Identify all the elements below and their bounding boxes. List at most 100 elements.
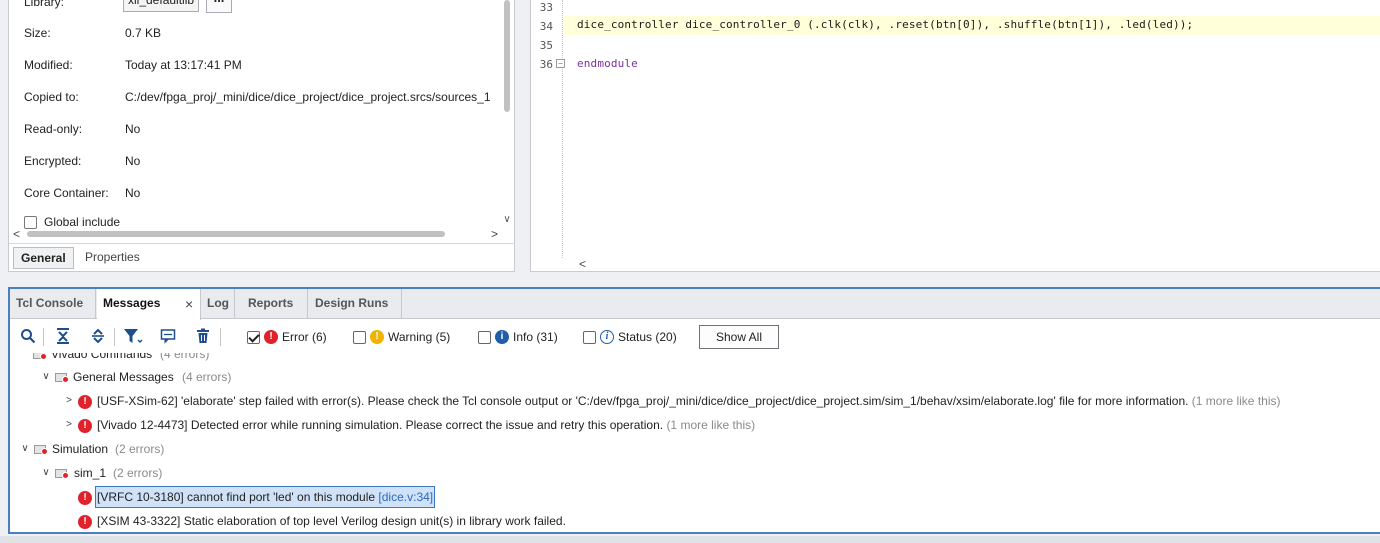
collapse-arrow-icon[interactable]: ∨ [19, 439, 31, 459]
search-icon[interactable] [18, 325, 38, 347]
close-icon[interactable]: × [185, 290, 193, 318]
properties-tab-bar: General Properties [9, 243, 514, 271]
code-editor[interactable]: 33 34 35 36 − dice_controller dice_contr… [530, 0, 1380, 272]
warning-icon: ! [370, 330, 384, 344]
delete-icon[interactable] [193, 325, 213, 347]
tree-group-sim-1[interactable]: ∨ sim_1 (2 errors) [10, 463, 210, 483]
code-line-34[interactable]: dice_controller dice_controller_0 (.clk(… [577, 18, 1193, 31]
message-row[interactable]: > ! [USF-XSim-62] 'elaborate' step faile… [10, 391, 1370, 411]
status-strip [0, 536, 1380, 543]
code-line-36[interactable]: endmodule [577, 57, 638, 70]
collapse-arrow-icon[interactable]: ∨ [40, 463, 52, 483]
message-row-selected[interactable]: ! [VRFC 10-3180] cannot find port 'led' … [10, 486, 510, 508]
line-number: 36 [539, 58, 553, 71]
error-icon: ! [78, 419, 92, 433]
copied-to-label: Copied to: [24, 90, 79, 104]
line-number: 34 [539, 20, 553, 33]
message-text: [Vivado 12-4473] Detected error while ru… [97, 418, 756, 432]
tab-messages-label: Messages [103, 296, 161, 310]
scroll-down-icon[interactable]: ∨ [502, 214, 512, 225]
group-label: sim_1 [74, 466, 107, 480]
line-number: 35 [539, 39, 553, 52]
read-only-label: Read-only: [24, 122, 83, 136]
messages-panel: Tcl Console Messages × Log Reports Desig… [8, 287, 1380, 534]
folder-error-icon [55, 372, 69, 383]
tab-messages[interactable]: Messages × [97, 289, 201, 320]
collapse-all-icon[interactable] [53, 325, 73, 347]
collapse-arrow-icon[interactable]: ∨ [40, 367, 52, 387]
filter-icon[interactable] [123, 325, 143, 347]
tab-log[interactable]: Log [201, 289, 235, 319]
error-icon: ! [78, 491, 92, 505]
messages-toolbar: ! Error (6) ! Warning (5) i Info (31) i … [10, 320, 1380, 353]
messages-tree: Vivado Commands (4 errors) ∨ General Mes… [10, 353, 1380, 532]
info-filter[interactable]: i Info (31) [478, 329, 558, 345]
group-label: General Messages [73, 370, 174, 384]
tab-design-runs[interactable]: Design Runs [309, 289, 402, 319]
tab-properties[interactable]: Properties [78, 247, 147, 269]
scroll-left-icon[interactable]: < [13, 227, 20, 241]
scroll-thumb[interactable] [504, 0, 510, 112]
line-number: 33 [539, 1, 553, 14]
status-icon: i [600, 330, 614, 344]
global-include-label: Global include [44, 215, 121, 229]
status-filter-label: Status (20) [618, 330, 677, 344]
encrypted-label: Encrypted: [24, 154, 82, 168]
scroll-right-icon[interactable]: > [491, 227, 498, 241]
group-count: (4 errors) [182, 370, 232, 384]
source-link[interactable]: [dice.v:34] [378, 490, 433, 504]
folder-error-icon [34, 444, 48, 455]
comment-icon[interactable] [158, 325, 178, 347]
warning-filter[interactable]: ! Warning (5) [353, 329, 450, 345]
error-icon: ! [264, 330, 278, 344]
message-row[interactable]: > ! [Vivado 12-4473] Detected error whil… [10, 415, 910, 435]
library-browse-button[interactable]: ... [206, 0, 232, 13]
message-row[interactable]: ! [XSIM 43-3322] Static elaboration of t… [10, 511, 710, 531]
status-filter[interactable]: i Status (20) [583, 329, 677, 345]
group-count: (2 errors) [115, 442, 165, 456]
expand-arrow-icon[interactable]: > [63, 391, 75, 411]
properties-vertical-scrollbar[interactable]: ∨ [502, 0, 512, 230]
library-field[interactable]: xil_defaultlib [123, 0, 199, 12]
fold-collapse-icon[interactable]: − [556, 59, 565, 68]
message-text: [XSIM 43-3322] Static elaboration of top… [97, 514, 566, 528]
scroll-thumb[interactable] [27, 231, 445, 237]
warning-filter-label: Warning (5) [388, 330, 451, 344]
core-container-label: Core Container: [24, 186, 109, 200]
tree-group-simulation[interactable]: ∨ Simulation (2 errors) [10, 439, 210, 459]
copied-to-value: C:/dev/fpga_proj/_mini/dice/dice_project… [125, 90, 491, 104]
bottom-tab-bar: Tcl Console Messages × Log Reports Desig… [10, 289, 1380, 320]
size-label: Size: [24, 26, 51, 40]
info-filter-checkbox[interactable] [478, 330, 491, 344]
properties-horizontal-scrollbar[interactable]: < > [13, 227, 501, 241]
error-icon: ! [78, 395, 92, 409]
scroll-left-icon[interactable]: < [579, 257, 586, 271]
source-file-properties-panel: Library: xil_defaultlib ... Size: 0.7 KB… [8, 0, 515, 272]
modified-value: Today at 13:17:41 PM [125, 58, 242, 72]
group-label: Vivado Commands [51, 353, 153, 361]
error-filter-checkbox[interactable] [247, 330, 260, 344]
encrypted-value: No [125, 154, 141, 168]
tab-tcl-console[interactable]: Tcl Console [10, 289, 96, 319]
group-count: (4 errors) [160, 353, 210, 361]
expand-arrow-icon[interactable]: > [63, 415, 75, 435]
expand-all-icon[interactable] [88, 325, 108, 347]
tab-reports[interactable]: Reports [242, 289, 308, 319]
folder-error-icon [55, 468, 69, 479]
warning-filter-checkbox[interactable] [353, 330, 366, 344]
folder-error-icon [33, 353, 47, 360]
show-all-button[interactable]: Show All [699, 325, 779, 349]
error-filter-label: Error (6) [282, 330, 327, 344]
info-icon: i [495, 330, 509, 344]
error-filter[interactable]: ! Error (6) [247, 329, 327, 345]
group-count: (2 errors) [113, 466, 163, 480]
tree-group-general-messages[interactable]: ∨ General Messages (4 errors) [10, 367, 270, 387]
core-container-value: No [125, 186, 141, 200]
tree-group-vivado-commands[interactable]: Vivado Commands (4 errors) [10, 353, 270, 364]
info-filter-label: Info (31) [513, 330, 558, 344]
copied-to-row: Copied to: C:/dev/fpga_proj/_mini/dice/d… [24, 89, 499, 105]
modified-label: Modified: [24, 58, 73, 72]
tab-general[interactable]: General [13, 247, 74, 269]
status-filter-checkbox[interactable] [583, 330, 596, 344]
fold-gutter [562, 0, 563, 258]
